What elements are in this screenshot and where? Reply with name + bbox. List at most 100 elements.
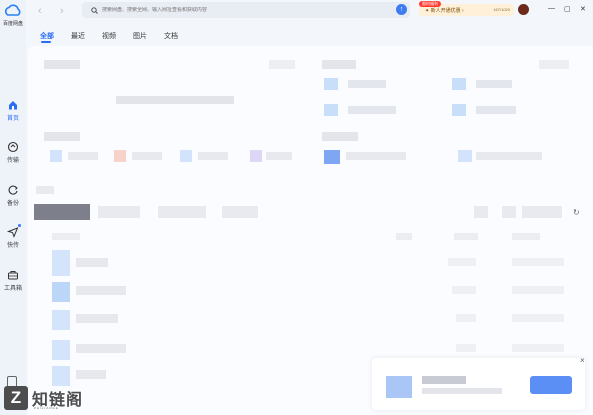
section-link-placeholder [539, 60, 569, 69]
search-box[interactable] [82, 2, 410, 18]
nav-label-toolbox: 工具箱 [3, 286, 22, 292]
file-name-placeholder [476, 80, 512, 88]
feature-icon[interactable] [458, 150, 472, 162]
watermark: Z 知链阁 ZHILIANGE [0, 384, 110, 415]
section-title-placeholder [44, 60, 80, 69]
toast-action-button[interactable] [530, 376, 572, 394]
toast-desc-placeholder [422, 388, 502, 394]
upload-button[interactable]: ↑ [396, 4, 407, 15]
search-icon [91, 6, 98, 14]
file-name-placeholder [348, 106, 396, 114]
feature-icon[interactable] [324, 150, 340, 164]
user-avatar[interactable] [518, 4, 529, 15]
watermark-logo: Z [4, 386, 28, 410]
toast-title-placeholder [422, 376, 466, 384]
toolbox-icon [8, 271, 18, 280]
sort-toggle[interactable] [502, 206, 516, 218]
minimize-button[interactable]: — [548, 5, 555, 12]
nav-item-backup[interactable]: 备份 [0, 184, 26, 207]
nav-label-transfer: 传输 [6, 158, 19, 164]
tool-icon[interactable] [180, 150, 192, 162]
tool-icon[interactable] [114, 150, 126, 162]
notification-toast [372, 358, 585, 410]
maximize-button[interactable]: ▢ [564, 5, 571, 13]
vip-counter: 167/1020 [493, 7, 510, 12]
table-row-meta [448, 258, 476, 266]
tab-video[interactable]: 视频 [102, 31, 116, 43]
table-row-icon[interactable] [52, 310, 70, 330]
list-option[interactable] [522, 206, 562, 218]
vip-promo-text: ✦ 新人开通优惠 › [425, 8, 464, 14]
file-icon[interactable] [324, 78, 338, 90]
column-header-placeholder [52, 233, 80, 240]
refresh-icon[interactable]: ↻ [573, 208, 580, 217]
nav-item-toolbox[interactable]: 工具箱 [0, 269, 26, 292]
feature-label-placeholder [346, 152, 406, 160]
tool-label-placeholder [68, 152, 98, 160]
table-row-meta [512, 286, 564, 294]
app-name: 百度网盘 [2, 21, 23, 27]
tool-icon[interactable] [50, 150, 62, 162]
view-toggle[interactable] [474, 206, 488, 218]
section-title-placeholder [322, 60, 356, 69]
table-row-meta [512, 314, 564, 322]
transfer-icon [7, 141, 19, 153]
search-input[interactable] [102, 7, 402, 13]
table-row-meta [456, 314, 476, 322]
table-row-meta [456, 344, 476, 352]
watermark-subtext: ZHILIANGE [34, 406, 59, 410]
nav-item-transfer[interactable]: 传输 [0, 141, 26, 164]
file-icon[interactable] [452, 104, 466, 116]
table-row-icon[interactable] [52, 340, 70, 360]
column-header-placeholder [454, 233, 478, 240]
section-title-placeholder [44, 132, 80, 141]
tab-images[interactable]: 图片 [133, 31, 147, 43]
tab-recent[interactable]: 最近 [71, 31, 85, 43]
nav-item-home[interactable]: 首页 [0, 99, 26, 122]
filter-chip[interactable] [98, 206, 140, 218]
table-row-meta [512, 258, 564, 266]
table-row-name[interactable] [76, 344, 126, 353]
close-window-button[interactable]: ✕ [580, 5, 586, 13]
back-button[interactable]: ‹ [38, 5, 42, 17]
file-icon[interactable] [452, 78, 466, 90]
column-header-placeholder [396, 233, 412, 240]
vip-promo-banner[interactable]: 限时福利 ✦ 新人开通优惠 › 167/1020 [419, 1, 514, 16]
vip-promo-label: 新人开通优惠 [430, 8, 461, 14]
tab-documents[interactable]: 文档 [164, 31, 178, 43]
filter-chip[interactable] [222, 206, 258, 218]
section-link-placeholder [269, 60, 295, 69]
column-header-placeholder [512, 233, 540, 240]
table-row-name[interactable] [76, 258, 108, 267]
notification-dot [18, 224, 21, 227]
table-row-name[interactable] [76, 370, 106, 379]
table-row-name[interactable] [76, 286, 126, 295]
tool-icon[interactable] [250, 150, 262, 162]
tool-label-placeholder [266, 152, 292, 160]
nav-label-home: 首页 [6, 116, 19, 122]
table-row-icon[interactable] [52, 366, 70, 386]
empty-hint-placeholder [116, 96, 234, 104]
send-icon [7, 227, 19, 238]
table-row-name[interactable] [76, 314, 118, 323]
tool-label-placeholder [132, 152, 162, 160]
filter-chip-active[interactable] [34, 204, 90, 220]
list-title-placeholder [36, 186, 54, 194]
home-icon [9, 101, 17, 110]
left-nav: 百度网盘 首页 传输 备份 快传 工具箱 [0, 0, 26, 415]
filter-chip[interactable] [158, 206, 206, 218]
nav-item-send[interactable]: 快传 [0, 224, 26, 249]
tab-all[interactable]: 全部 [40, 31, 54, 43]
table-row-icon[interactable] [52, 250, 70, 276]
backup-icon [8, 185, 18, 195]
toast-close-button[interactable]: × [580, 356, 585, 365]
table-row-meta [512, 344, 564, 352]
top-bar: ‹ › ↑ 限时福利 ✦ 新人开通优惠 › 167/1020 — ▢ ✕ [26, 0, 593, 24]
feature-label-placeholder [476, 152, 542, 160]
table-row-icon[interactable] [52, 282, 70, 302]
tool-label-placeholder [198, 152, 228, 160]
file-icon[interactable] [324, 104, 338, 116]
file-name-placeholder [476, 106, 516, 114]
forward-button[interactable]: › [60, 5, 64, 17]
table-row-meta [452, 286, 476, 294]
